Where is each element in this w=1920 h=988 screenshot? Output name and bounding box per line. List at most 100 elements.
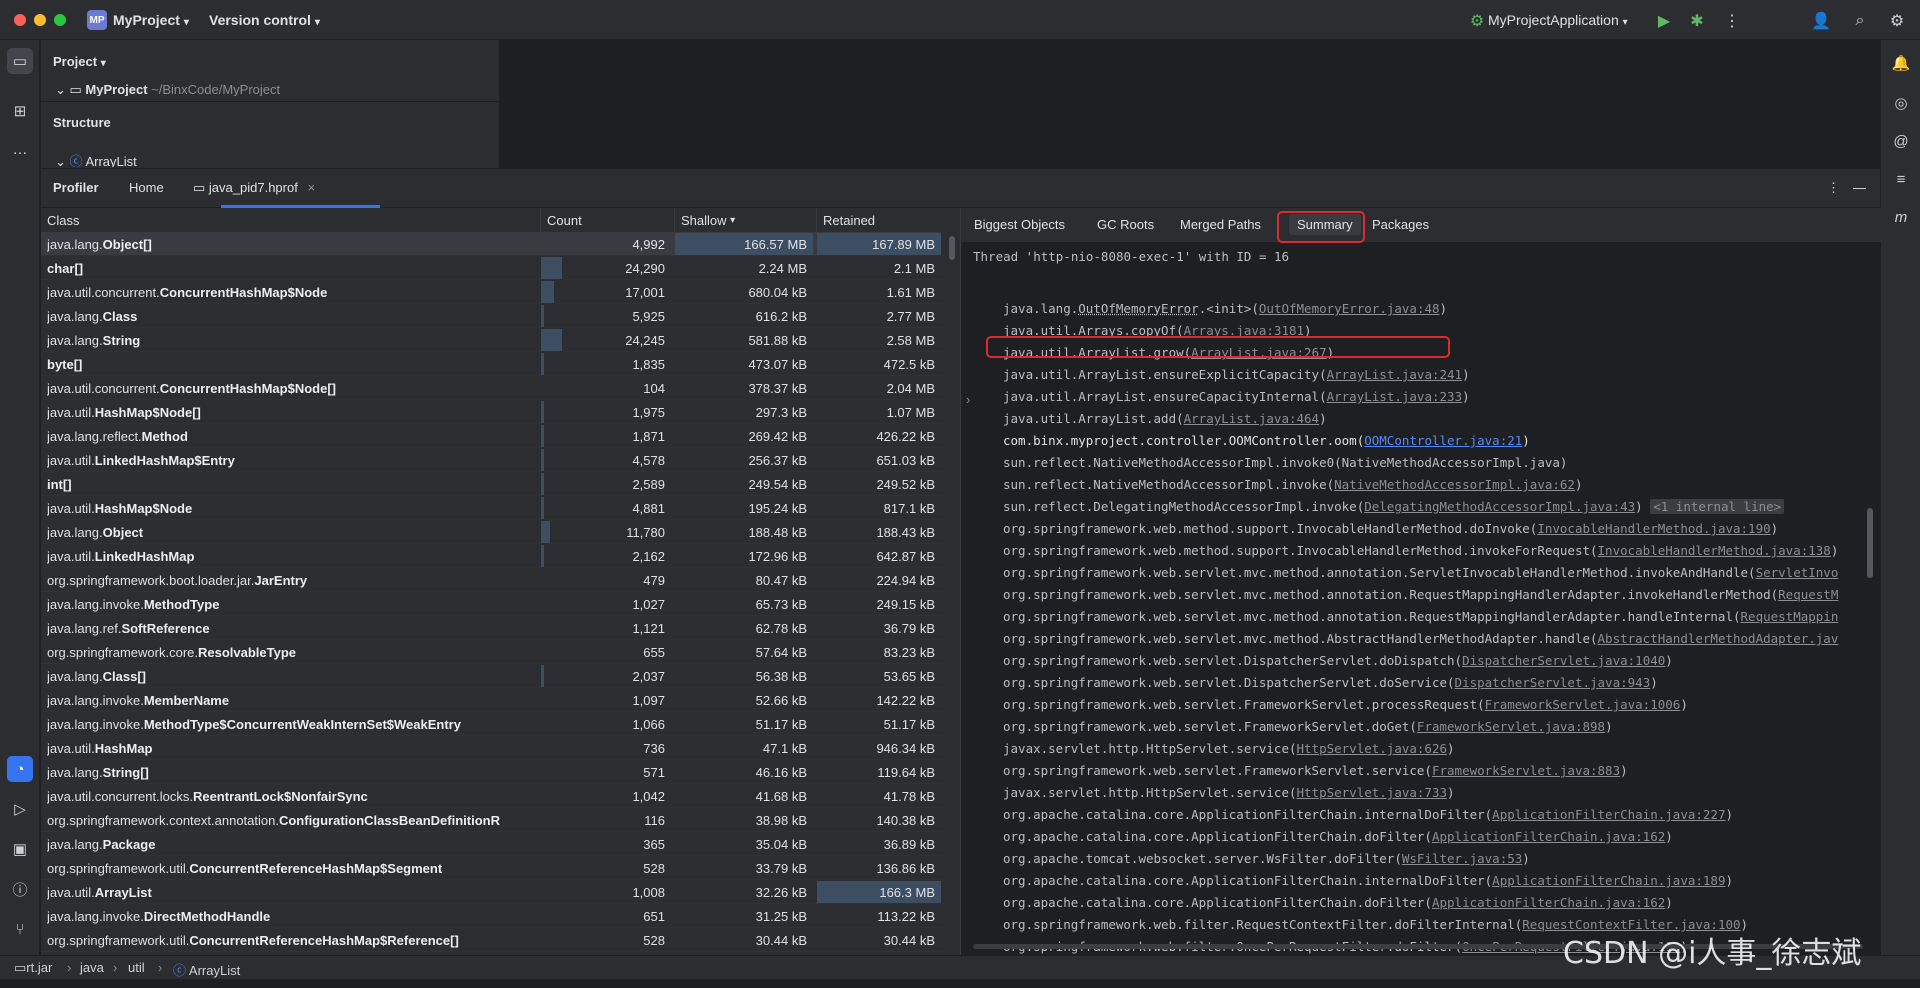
- ai-assistant-icon[interactable]: ◎: [1888, 90, 1914, 116]
- minimize-panel-icon[interactable]: —: [1853, 180, 1866, 195]
- run-icon[interactable]: ▶: [1653, 10, 1675, 32]
- table-row[interactable]: java.lang. Class 5,925 616.2 kB 2.77 MB: [41, 304, 941, 328]
- table-row[interactable]: java.lang. Class[] 2,037 56.38 kB 53.65 kB: [41, 664, 941, 688]
- table-row[interactable]: int[] 2,589 249.54 kB 249.52 kB: [41, 472, 941, 496]
- source-link[interactable]: ApplicationFilterChain.java:162: [1432, 829, 1665, 844]
- table-row[interactable]: java.util.concurrent. ConcurrentHashMap$N…: [41, 376, 941, 400]
- project-panel-title[interactable]: Project ▾: [53, 54, 106, 69]
- source-link[interactable]: InvocableHandlerMethod.java:190: [1537, 521, 1770, 536]
- source-link[interactable]: FrameworkServlet.java:883: [1432, 763, 1620, 778]
- zoom-window-button[interactable]: [54, 14, 66, 26]
- source-link[interactable]: ArrayList.java:464: [1184, 411, 1319, 426]
- table-row[interactable]: java.lang. String[] 571 46.16 kB 119.64 kB: [41, 760, 941, 784]
- table-row[interactable]: char[] 24,290 2.24 MB 2.1 MB: [41, 256, 941, 280]
- debug-icon[interactable]: ✱: [1686, 10, 1708, 32]
- table-row[interactable]: java.util.concurrent.locks. ReentrantLock…: [41, 784, 941, 808]
- table-row[interactable]: java.util. HashMap$Node 4,881 195.24 kB 817.…: [41, 496, 941, 520]
- close-tab-icon[interactable]: ×: [307, 180, 315, 195]
- settings-icon[interactable]: ⚙: [1886, 10, 1908, 32]
- column-retained[interactable]: Retained: [817, 208, 941, 232]
- breadcrumb-java[interactable]: java: [80, 960, 104, 975]
- table-row[interactable]: java.lang.ref. SoftReference 1,121 62.78 kB…: [41, 616, 941, 640]
- source-link[interactable]: AbstractHandlerMethodAdapter.jav: [1598, 631, 1839, 646]
- copilot-icon[interactable]: @: [1888, 128, 1914, 154]
- source-link[interactable]: RequestM: [1778, 587, 1838, 602]
- table-row[interactable]: java.util. LinkedHashMap 2,162 172.96 kB 642…: [41, 544, 941, 568]
- table-row[interactable]: org.springframework.util. ConcurrentRefer…: [41, 856, 941, 880]
- table-row[interactable]: java.util. ArrayList 1,008 32.26 kB 166.3 MB: [41, 880, 941, 904]
- table-row[interactable]: java.lang. Object[] 4,992 166.57 MB 167.89 M…: [41, 232, 941, 256]
- git-icon[interactable]: ⑂: [7, 916, 33, 942]
- source-link[interactable]: FrameworkServlet.java:898: [1417, 719, 1605, 734]
- breadcrumb-jar[interactable]: ▭rt.jar: [14, 960, 52, 976]
- expand-chevron-icon[interactable]: ›: [966, 392, 970, 407]
- table-row[interactable]: java.lang. Package 365 35.04 kB 36.89 kB: [41, 832, 941, 856]
- table-row[interactable]: org.springframework.context.annotation. C…: [41, 808, 941, 832]
- column-class[interactable]: Class: [41, 208, 541, 232]
- add-user-icon[interactable]: 👤: [1810, 10, 1832, 32]
- close-window-button[interactable]: [14, 14, 26, 26]
- tab-hprof[interactable]: ▭ java_pid7.hprof ×: [193, 180, 315, 196]
- table-row[interactable]: java.lang. Object 11,780 188.48 kB 188.43 kB: [41, 520, 941, 544]
- column-count[interactable]: Count: [541, 208, 675, 232]
- source-link[interactable]: ArrayList.java:233: [1327, 389, 1462, 404]
- tab-biggest-objects[interactable]: Biggest Objects: [974, 217, 1065, 232]
- profiler-icon[interactable]: ◔: [7, 756, 33, 782]
- table-row[interactable]: java.util.concurrent. ConcurrentHashMap$N…: [41, 280, 941, 304]
- structure-icon[interactable]: ⊞: [7, 98, 33, 124]
- table-row[interactable]: java.util. HashMap 736 47.1 kB 946.34 kB: [41, 736, 941, 760]
- run-config-selector[interactable]: MyProjectApplication ▾: [1488, 12, 1628, 28]
- source-link[interactable]: WsFilter.java:53: [1402, 851, 1522, 866]
- source-link[interactable]: DispatcherServlet.java:943: [1455, 675, 1651, 690]
- minimize-window-button[interactable]: [34, 14, 46, 26]
- options-icon[interactable]: ⋮: [1827, 180, 1840, 196]
- terminal-icon[interactable]: ▣: [7, 836, 33, 862]
- table-row[interactable]: java.lang.invoke. DirectMethodHandle 651 31…: [41, 904, 941, 928]
- project-switcher[interactable]: MyProject ▾: [113, 12, 189, 28]
- source-link[interactable]: DispatcherServlet.java:1040: [1462, 653, 1665, 668]
- source-link[interactable]: HttpServlet.java:626: [1297, 741, 1448, 756]
- database-icon[interactable]: ≡: [1888, 166, 1914, 192]
- table-row[interactable]: java.util. HashMap$Node[] 1,975 297.3 kB 1.0…: [41, 400, 941, 424]
- source-link[interactable]: RequestMappin: [1741, 609, 1839, 624]
- tab-merged-paths[interactable]: Merged Paths: [1180, 217, 1261, 232]
- source-link[interactable]: OOMController.java:21: [1364, 433, 1522, 448]
- table-row[interactable]: org.springframework.boot.loader.jar. JarE…: [41, 568, 941, 592]
- table-row[interactable]: java.lang. String 24,245 581.88 kB 2.58 MB: [41, 328, 941, 352]
- tab-gc-roots[interactable]: GC Roots: [1097, 217, 1154, 232]
- project-badge[interactable]: MP: [87, 10, 107, 30]
- source-link[interactable]: ArrayList.java:241: [1327, 367, 1462, 382]
- internal-lines-toggle[interactable]: <1 internal line>: [1650, 499, 1785, 514]
- breadcrumb-class[interactable]: ⓒ ArrayList: [173, 960, 240, 979]
- search-icon[interactable]: ⌕: [1849, 10, 1871, 32]
- maven-icon[interactable]: m: [1888, 204, 1914, 230]
- table-scrollbar[interactable]: [949, 236, 955, 260]
- source-link[interactable]: ApplicationFilterChain.java:162: [1432, 895, 1665, 910]
- source-link[interactable]: FrameworkServlet.java:1006: [1485, 697, 1681, 712]
- trace-scrollbar[interactable]: [1867, 508, 1873, 578]
- version-control-menu[interactable]: Version control ▾: [209, 12, 320, 28]
- table-row[interactable]: java.lang.invoke. MethodType$ConcurrentWe…: [41, 712, 941, 736]
- notifications-icon[interactable]: 🔔: [1888, 50, 1914, 76]
- source-link[interactable]: InvocableHandlerMethod.java:138: [1598, 543, 1831, 558]
- source-link[interactable]: DelegatingMethodAccessorImpl.java:43: [1364, 499, 1635, 514]
- table-row[interactable]: org.springframework.core. ResolvableType 6…: [41, 640, 941, 664]
- table-row[interactable]: byte[] 1,835 473.07 kB 472.5 kB: [41, 352, 941, 376]
- services-icon[interactable]: ▷: [7, 796, 33, 822]
- tab-packages[interactable]: Packages: [1372, 217, 1429, 232]
- problems-icon[interactable]: ⓘ: [7, 876, 33, 902]
- column-shallow[interactable]: Shallow ▾: [675, 208, 817, 232]
- source-link[interactable]: ServletInvo: [1756, 565, 1839, 580]
- source-link[interactable]: OutOfMemoryError.java:48: [1259, 301, 1440, 316]
- table-row[interactable]: java.lang.reflect. Method 1,871 269.42 kB 42…: [41, 424, 941, 448]
- source-link[interactable]: HttpServlet.java:733: [1297, 785, 1448, 800]
- table-row[interactable]: java.lang.invoke. MemberName 1,097 52.66 kB…: [41, 688, 941, 712]
- project-root-item[interactable]: ⌄ ▭ MyProject ~/BinxCode/MyProject: [55, 82, 280, 96]
- breadcrumb-util[interactable]: util: [128, 960, 145, 975]
- table-row[interactable]: java.lang.invoke. MethodType 1,027 65.73 kB…: [41, 592, 941, 616]
- tab-home[interactable]: Home: [129, 180, 164, 195]
- source-link[interactable]: ApplicationFilterChain.java:189: [1492, 873, 1725, 888]
- project-folder-icon[interactable]: ▭: [7, 48, 33, 74]
- structure-item[interactable]: ⌄ ⓒ ArrayList: [55, 151, 137, 167]
- source-link[interactable]: ApplicationFilterChain.java:227: [1492, 807, 1725, 822]
